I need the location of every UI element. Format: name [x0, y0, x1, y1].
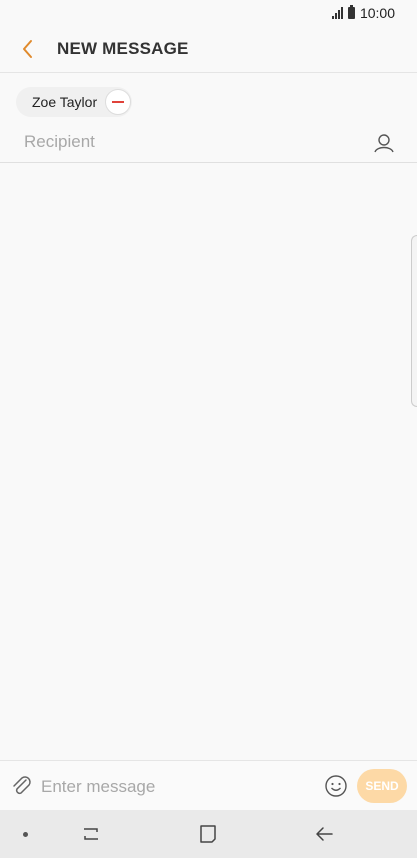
navigation-bar [0, 810, 417, 858]
status-icons: 10:00 [331, 5, 395, 21]
paperclip-icon [13, 776, 31, 795]
page-title: NEW MESSAGE [57, 39, 189, 58]
nav-back-button[interactable] [313, 823, 335, 845]
message-input[interactable]: Enter message [41, 777, 155, 797]
recent-apps-icon [84, 828, 98, 840]
nav-dot-icon[interactable] [23, 832, 28, 837]
send-button[interactable]: SEND [357, 769, 407, 803]
app-header: NEW MESSAGE [0, 26, 417, 73]
recipients-section: Zoe Taylor Recipient [0, 73, 417, 163]
back-button[interactable] [14, 34, 44, 64]
chevron-left-icon [23, 40, 32, 58]
recent-apps-button[interactable] [80, 824, 102, 844]
home-icon [200, 825, 216, 843]
back-arrow-icon [316, 827, 333, 841]
emoji-button[interactable] [324, 774, 348, 798]
recipient-chip[interactable]: Zoe Taylor [16, 87, 132, 117]
recipient-input[interactable]: Recipient [24, 132, 95, 152]
status-bar: 10:00 [0, 0, 417, 26]
minus-icon [112, 101, 124, 103]
recipient-chip-label: Zoe Taylor [32, 94, 98, 110]
attach-button[interactable] [10, 774, 34, 798]
edge-panel-handle[interactable] [411, 235, 417, 407]
message-composer: Enter message SEND [0, 760, 417, 810]
signal-icon [331, 7, 343, 19]
person-icon [374, 134, 394, 153]
message-thread [0, 163, 417, 760]
contact-picker-button[interactable] [373, 132, 395, 154]
smiley-icon [325, 775, 347, 797]
status-time: 10:00 [359, 5, 395, 21]
home-button[interactable] [197, 823, 219, 845]
battery-icon [347, 5, 355, 19]
remove-recipient-button[interactable] [105, 89, 131, 115]
